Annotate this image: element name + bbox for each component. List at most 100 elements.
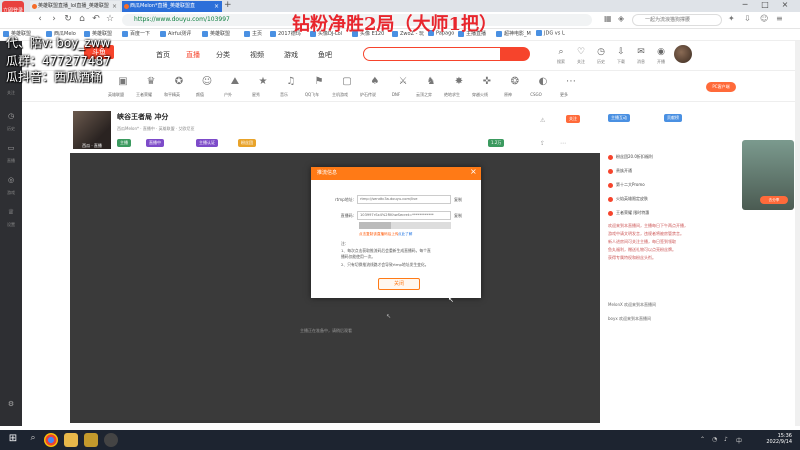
close-icon[interactable]: ×	[470, 167, 477, 176]
search-icon[interactable]: ⌕	[26, 433, 40, 447]
list-item[interactable]: 王者荣耀 限时特惠	[608, 208, 738, 218]
back-icon[interactable]: ‹	[34, 14, 46, 24]
broadcast-icon[interactable]: ◉	[654, 47, 668, 57]
tray-icon[interactable]: ⌃	[700, 436, 705, 443]
share-button[interactable]: 去分享	[760, 196, 788, 204]
shield-icon[interactable]: ◈	[618, 14, 624, 23]
category-icon[interactable]: ✸	[452, 76, 466, 89]
app-icon[interactable]	[104, 433, 118, 447]
grid-icon[interactable]: ▦	[604, 14, 612, 23]
history-icon[interactable]: ◷	[594, 47, 608, 57]
bookmark-item[interactable]: 主页	[244, 30, 262, 37]
windows-start-icon[interactable]: ⊞	[6, 433, 20, 447]
undo-icon[interactable]: ↶	[90, 14, 102, 24]
category-icon[interactable]: ◐	[536, 76, 550, 89]
close-button[interactable]: 关闭	[378, 278, 420, 290]
site-search-input[interactable]	[363, 47, 513, 61]
category-icon[interactable]: ✜	[480, 76, 494, 89]
bookmark-item[interactable]: 百度一下	[122, 30, 150, 37]
more-icon[interactable]: ⋯	[564, 76, 578, 89]
follow-button[interactable]: 关注	[566, 115, 580, 123]
nav-video[interactable]: 视频	[250, 50, 264, 60]
share-icon[interactable]: ⇪	[540, 140, 545, 147]
copy-rtmp-button[interactable]: 复制	[454, 197, 462, 203]
category-icon[interactable]: ⚔	[396, 76, 410, 89]
rtmp-address-field[interactable]: rtmp://sendtc3a.douyu.com/live	[357, 195, 451, 204]
category-icon[interactable]: ♞	[424, 76, 438, 89]
home-icon[interactable]: ⌂	[76, 14, 88, 24]
app-icon[interactable]	[84, 433, 98, 447]
close-window-icon[interactable]: ×	[778, 0, 792, 9]
close-icon[interactable]: ×	[112, 1, 117, 12]
file-explorer-icon[interactable]	[64, 433, 78, 447]
nav-game[interactable]: 游戏	[284, 50, 298, 60]
maximize-icon[interactable]: □	[758, 0, 772, 9]
network-icon[interactable]: ◔	[712, 436, 717, 443]
category-icon[interactable]: ⛰	[228, 76, 242, 89]
browser-tab-lol[interactable]: 英雄联盟直播_lol直播_英雄联盟 ×	[30, 1, 120, 12]
history-icon[interactable]: ◷	[3, 112, 19, 126]
download-icon[interactable]: ⇩	[744, 14, 751, 23]
nav-fishbar[interactable]: 鱼吧	[318, 50, 332, 60]
browser-search-input[interactable]: 一起为流浪猫狗撑腰	[632, 14, 722, 26]
settings-icon[interactable]: ⚙	[3, 400, 19, 414]
scrollbar[interactable]	[795, 41, 800, 426]
close-icon[interactable]: ×	[214, 1, 219, 12]
star-icon[interactable]: ☆	[104, 14, 116, 24]
tag[interactable]: 主播	[117, 139, 131, 147]
tab-contrib[interactable]: 贡献榜	[664, 114, 682, 122]
more-icon[interactable]: ⋯	[560, 140, 566, 147]
category-icon[interactable]: ⚑	[312, 76, 326, 89]
list-item[interactable]: 第十二大Promo	[608, 180, 738, 190]
nav-live[interactable]: 直播	[186, 50, 200, 60]
category-icon[interactable]: ♛	[144, 76, 158, 89]
tag[interactable]: 直播中	[146, 139, 164, 147]
bookmark-item[interactable]: 超神电影_M	[496, 30, 531, 37]
bookmark-item[interactable]: Airfui测评	[160, 30, 191, 37]
category-icon[interactable]: ♠	[368, 76, 382, 89]
nav-home[interactable]: 首页	[156, 50, 170, 60]
site-search-button[interactable]	[500, 47, 530, 61]
category-icon[interactable]: ▢	[340, 76, 354, 89]
tag[interactable]: 主播认证	[196, 139, 218, 147]
gamepad-icon[interactable]: ◎	[3, 176, 19, 190]
category-icon[interactable]: ☺	[200, 76, 214, 89]
category-icon[interactable]: ❂	[508, 76, 522, 89]
tv-icon[interactable]: ▭	[3, 144, 19, 158]
stream-code-field[interactable]: 103997rSx4%2RKhwSecret=************	[357, 211, 451, 220]
search-icon[interactable]: ⌕	[554, 47, 568, 57]
reload-icon[interactable]: ↻	[62, 14, 74, 24]
list-item[interactable]: 贵族开通	[608, 166, 738, 176]
new-tab-button[interactable]: +	[224, 0, 232, 10]
volume-icon[interactable]: ♪	[724, 436, 728, 443]
extension-icon[interactable]: ✦	[728, 14, 735, 23]
pc-client-button[interactable]: PC客户端	[706, 82, 736, 92]
report-icon[interactable]: ⚠	[540, 117, 545, 124]
download-icon[interactable]: ⇩	[614, 47, 628, 57]
nav-category[interactable]: 分类	[216, 50, 230, 60]
menu-icon[interactable]: ≡	[776, 14, 783, 23]
learn-more-link[interactable]: 点此了解	[398, 232, 412, 237]
category-icon[interactable]: ★	[256, 76, 270, 89]
user-avatar[interactable]	[674, 45, 692, 63]
category-icon[interactable]: ▣	[116, 76, 130, 89]
bookmark-item[interactable]: 英雄联盟	[202, 30, 230, 37]
category-icon[interactable]: ✪	[172, 76, 186, 89]
user-icon[interactable]: ☺	[760, 14, 768, 23]
message-icon[interactable]: ✉	[634, 47, 648, 57]
list-item[interactable]: 粉丝团20.0折扣福利	[608, 152, 738, 162]
fan-count-badge[interactable]: 1.2万	[488, 139, 505, 147]
copy-stream-code-button[interactable]: 复制	[454, 213, 462, 219]
tag[interactable]: 粉丝团	[238, 139, 256, 147]
clock[interactable]: 15:36 2022/9/14	[752, 433, 792, 445]
follow-icon[interactable]: ♡	[574, 47, 588, 57]
category-icon[interactable]: ♫	[284, 76, 298, 89]
trophy-icon[interactable]: ♕	[3, 208, 19, 222]
list-item[interactable]: 火焰英雄限定皮肤	[608, 194, 738, 204]
ime-icon[interactable]: 中	[736, 436, 742, 445]
forward-icon[interactable]: ›	[48, 14, 60, 24]
browser-tab-melon[interactable]: 西瓜Melon*直播_英雄联盟直 ×	[122, 1, 222, 12]
chrome-icon[interactable]	[44, 433, 58, 447]
bookmark-item[interactable]: JDG vs L	[536, 30, 565, 37]
minimize-icon[interactable]: ─	[738, 0, 752, 9]
